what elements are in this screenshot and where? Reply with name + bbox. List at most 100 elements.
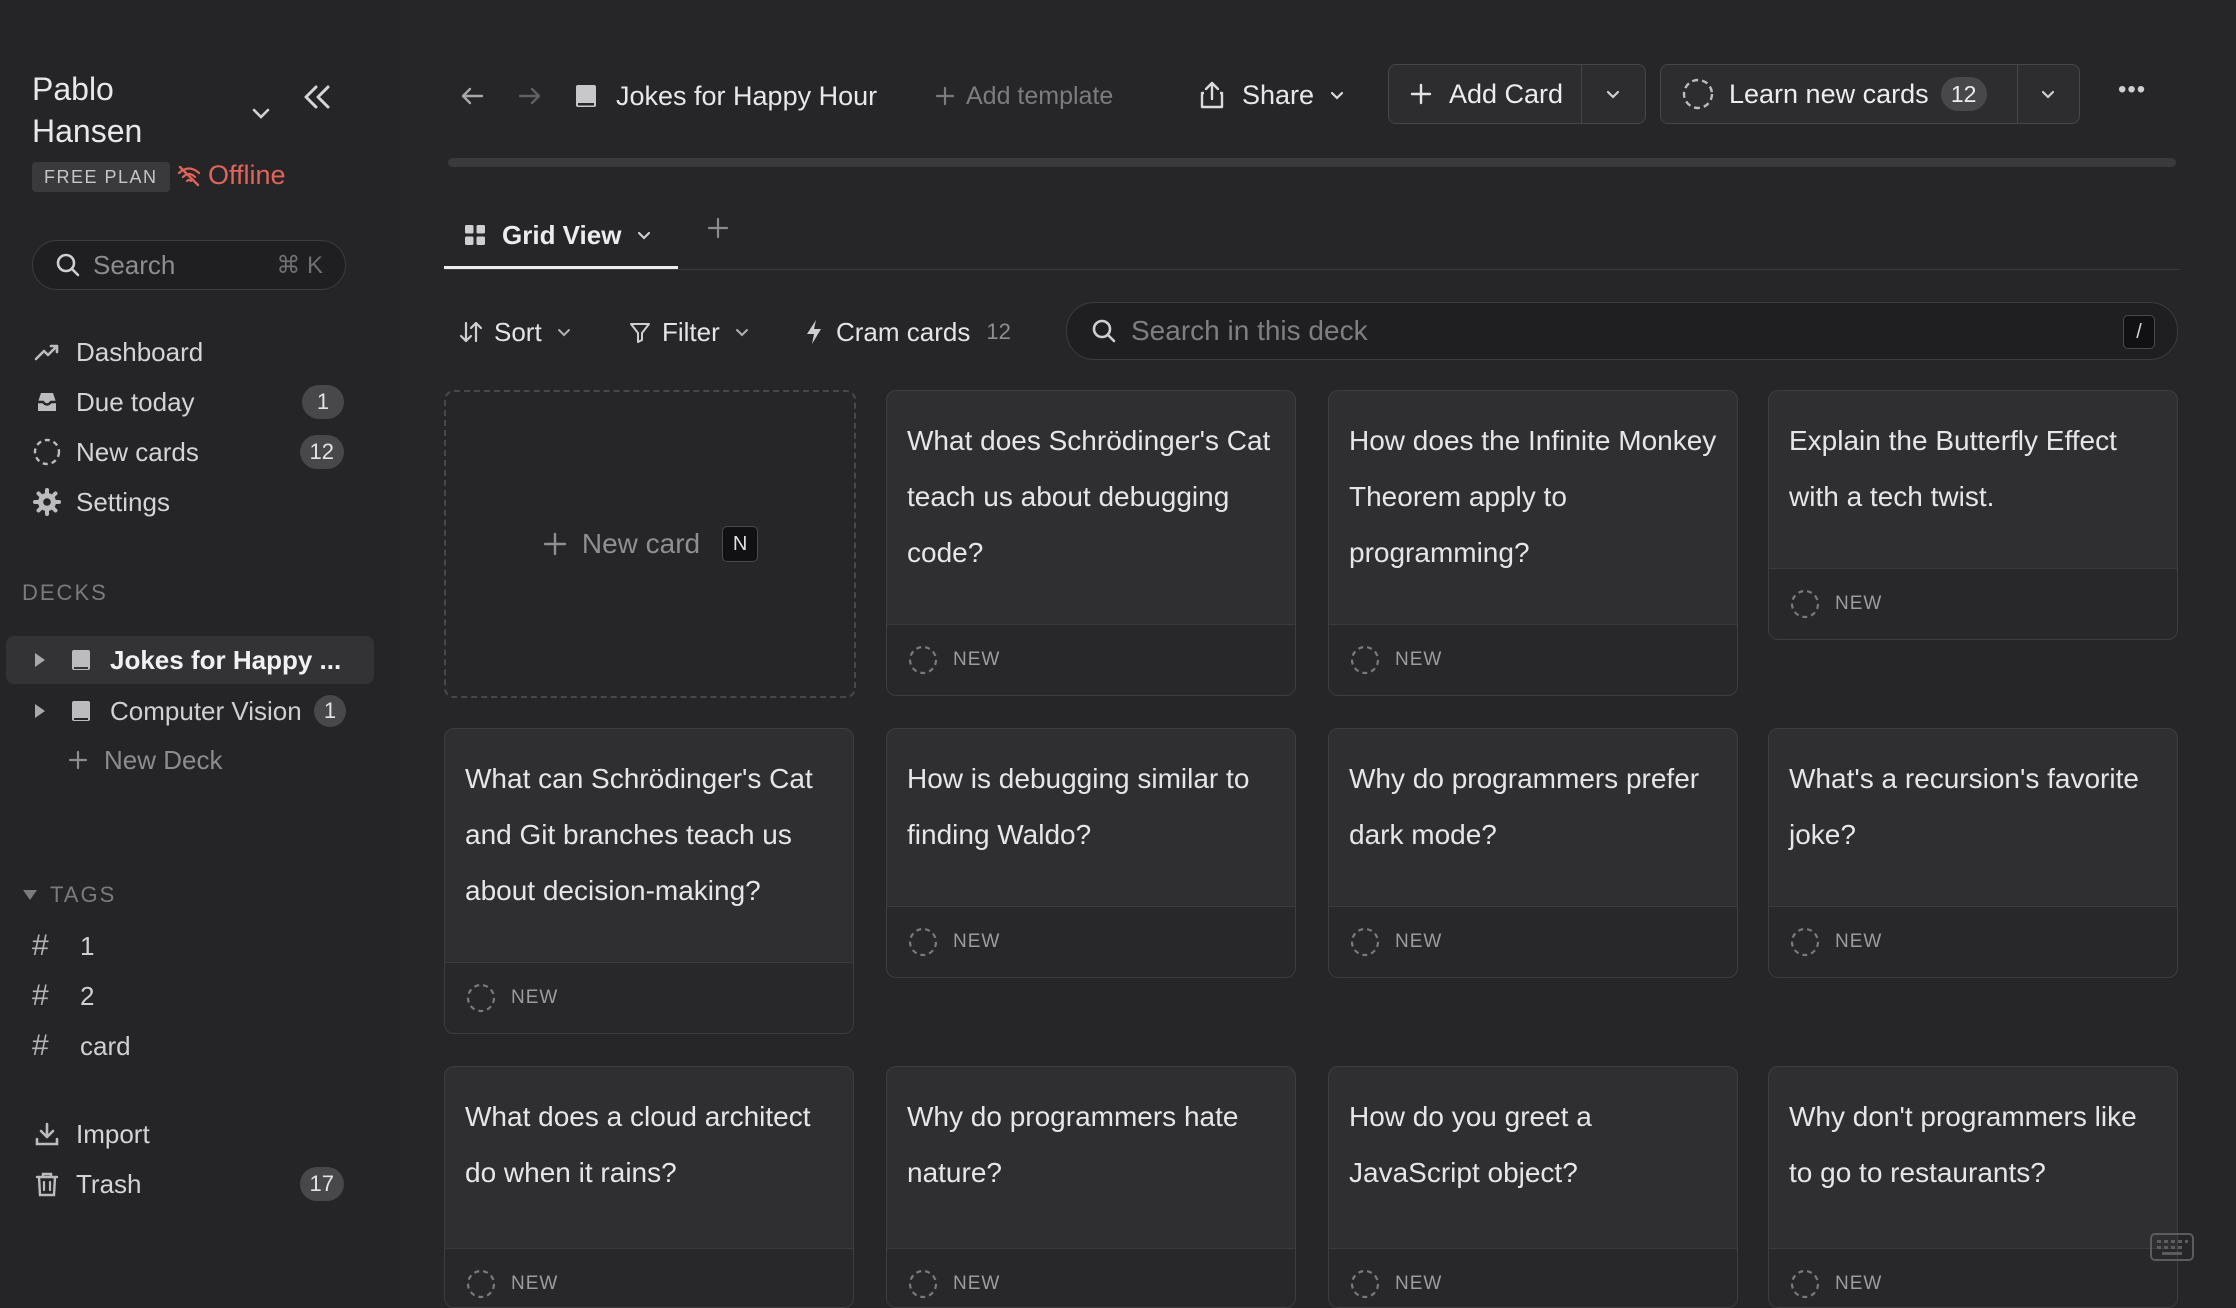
hash-icon: # xyxy=(32,929,49,962)
dashed-circle-icon xyxy=(1789,926,1821,958)
tag-label: 1 xyxy=(80,930,95,961)
plus-icon xyxy=(542,531,568,557)
flashcard[interactable]: What does Schrödinger's Cat teach us abo… xyxy=(886,390,1296,696)
card-status: NEW xyxy=(1835,593,1883,614)
tab-grid-view[interactable]: Grid View xyxy=(444,200,678,270)
card-question: Explain the Butterfly Effect with a tech… xyxy=(1789,425,2117,512)
dashed-circle-icon xyxy=(32,437,62,467)
search-shortcut-key: / xyxy=(2123,315,2155,349)
download-icon xyxy=(32,1119,62,1149)
search-shortcut: ⌘ K xyxy=(276,251,323,279)
import-button[interactable]: Import xyxy=(32,1112,344,1156)
nav-dashboard[interactable]: Dashboard xyxy=(32,330,344,374)
card-footer: NEW xyxy=(887,906,1295,977)
new-deck-button[interactable]: New Deck xyxy=(6,736,374,784)
offline-status: Offline xyxy=(176,160,286,191)
share-button[interactable]: Share xyxy=(1198,74,1346,116)
dashed-circle-icon xyxy=(907,926,939,958)
sidebar-search[interactable]: Search ⌘ K xyxy=(32,240,346,290)
add-view-plus-icon[interactable] xyxy=(700,210,736,246)
plus-icon xyxy=(1409,82,1433,106)
card-question: What does Schrödinger's Cat teach us abo… xyxy=(907,425,1271,568)
search-icon xyxy=(55,252,81,278)
flashcard[interactable]: How is debugging similar to finding Wald… xyxy=(886,728,1296,978)
dashed-circle-icon xyxy=(1681,77,1715,111)
active-tab-underline xyxy=(444,266,678,269)
plus-icon xyxy=(934,85,956,107)
flashcard[interactable]: Explain the Butterfly Effect with a tech… xyxy=(1768,390,2178,640)
deck-search-input[interactable]: Search in this deck / xyxy=(1066,302,2178,360)
card-footer: NEW xyxy=(445,1248,853,1307)
learn-split-button: Learn new cards 12 xyxy=(1660,64,2080,124)
flashcard[interactable]: Why don't programmers like to go to rest… xyxy=(1768,1066,2178,1308)
tags-section-header[interactable]: TAGS xyxy=(22,882,116,908)
nav-due-today-label: Due today xyxy=(76,386,195,417)
nav-settings[interactable]: Settings xyxy=(32,480,344,524)
card-footer: NEW xyxy=(887,624,1295,695)
more-options-button[interactable]: ••• xyxy=(2118,76,2146,104)
dashed-circle-icon xyxy=(465,982,497,1014)
deck-title[interactable]: Jokes for Happy Hour xyxy=(574,76,877,116)
expand-arrow-icon[interactable] xyxy=(28,651,52,669)
hash-icon: # xyxy=(32,1029,49,1062)
chevron-down-icon[interactable] xyxy=(248,100,274,126)
flashcard[interactable]: Why do programmers prefer dark mode? NEW xyxy=(1328,728,1738,978)
learn-menu-chevron-icon[interactable] xyxy=(2018,65,2078,123)
deck-item-computer-vision[interactable]: Computer Vision 1 xyxy=(6,687,374,735)
user-name[interactable]: Pablo Hansen xyxy=(32,68,192,152)
tag-item[interactable]: # card xyxy=(32,1026,131,1066)
dashed-circle-icon xyxy=(1349,644,1381,676)
sidebar-search-placeholder: Search xyxy=(93,249,176,280)
flashcard[interactable]: How does the Infinite Monkey Theorem app… xyxy=(1328,390,1738,696)
due-today-count: 1 xyxy=(302,385,344,419)
flashcard[interactable]: What can Schrödinger's Cat and Git branc… xyxy=(444,728,854,1034)
cram-label: Cram cards xyxy=(836,316,971,347)
flashcard[interactable]: What does a cloud architect do when it r… xyxy=(444,1066,854,1308)
filter-button[interactable]: Filter xyxy=(628,312,750,352)
cram-cards-button[interactable]: Cram cards 12 xyxy=(804,312,1011,352)
tags-section-label: TAGS xyxy=(50,882,117,907)
grid-view-label: Grid View xyxy=(502,219,622,250)
add-card-menu-chevron-icon[interactable] xyxy=(1582,65,1644,123)
new-card-button[interactable]: New card N xyxy=(444,390,856,698)
card-status: NEW xyxy=(1395,1273,1443,1294)
card-status: NEW xyxy=(953,649,1001,670)
nav-due-today[interactable]: Due today 1 xyxy=(32,380,344,424)
card-question: What does a cloud architect do when it r… xyxy=(465,1101,811,1188)
sort-button[interactable]: Sort xyxy=(458,312,572,352)
learn-new-cards-button[interactable]: Learn new cards 12 xyxy=(1661,65,2017,123)
tag-item[interactable]: # 1 xyxy=(32,926,94,966)
share-label: Share xyxy=(1242,79,1315,110)
add-card-button[interactable]: Add Card xyxy=(1389,65,1581,123)
add-template-button[interactable]: Add template xyxy=(934,76,1113,116)
card-question: How does the Infinite Monkey Theorem app… xyxy=(1349,425,1717,568)
deck-item-jokes[interactable]: Jokes for Happy ... xyxy=(6,636,374,684)
deck-progress-bar xyxy=(448,158,2176,167)
dashed-circle-icon xyxy=(465,1268,497,1300)
filter-label: Filter xyxy=(662,316,720,347)
card-footer: NEW xyxy=(1329,906,1737,977)
inbox-icon xyxy=(32,387,62,417)
forward-arrow-icon[interactable] xyxy=(512,78,548,114)
card-footer: NEW xyxy=(1329,624,1737,695)
card-footer: NEW xyxy=(1329,1248,1737,1307)
import-label: Import xyxy=(76,1118,150,1149)
card-status: NEW xyxy=(511,987,559,1008)
flashcard[interactable]: What's a recursion's favorite joke? NEW xyxy=(1768,728,2178,978)
back-arrow-icon[interactable] xyxy=(454,78,490,114)
card-status: NEW xyxy=(511,1273,559,1294)
flashcard[interactable]: How do you greet a JavaScript object? NE… xyxy=(1328,1066,1738,1308)
nav-new-cards[interactable]: New cards 12 xyxy=(32,430,344,474)
collapse-sidebar-icon[interactable] xyxy=(298,78,336,116)
card-question: How do you greet a JavaScript object? xyxy=(1349,1101,1592,1188)
app-window: Pablo Hansen FREE PLAN Offline Search ⌘ … xyxy=(0,0,2236,1308)
dashed-circle-icon xyxy=(1349,1268,1381,1300)
flashcard[interactable]: Why do programmers hate nature? NEW xyxy=(886,1066,1296,1308)
grid-icon xyxy=(464,224,486,246)
keyboard-icon[interactable] xyxy=(2148,1230,2196,1264)
tag-item[interactable]: # 2 xyxy=(32,976,94,1016)
expand-arrow-icon[interactable] xyxy=(28,702,52,720)
trash-button[interactable]: Trash 17 xyxy=(32,1162,344,1206)
share-icon xyxy=(1198,80,1226,110)
new-cards-count: 12 xyxy=(299,435,344,469)
